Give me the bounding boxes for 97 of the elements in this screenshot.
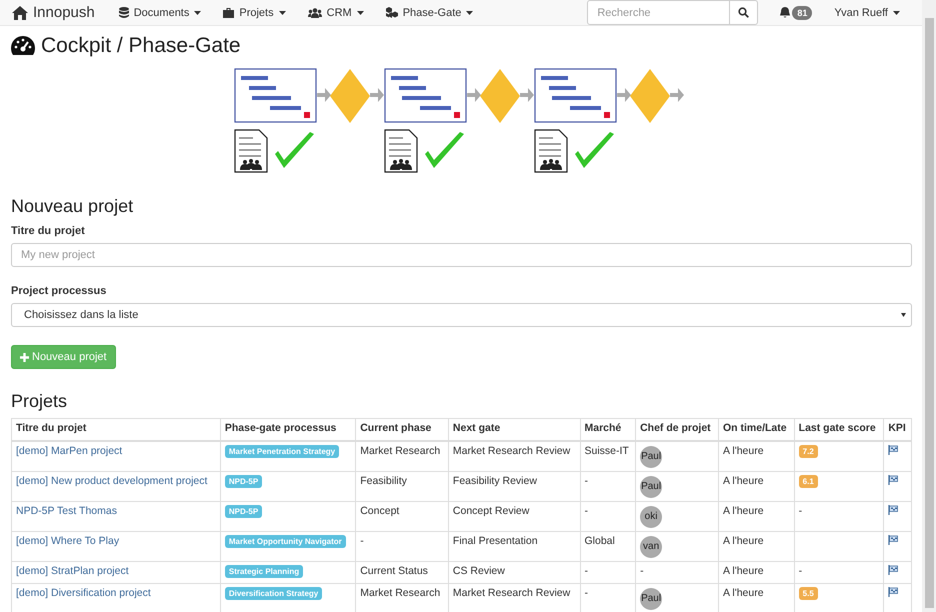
table-cell: Feasibility xyxy=(360,474,407,486)
column-header: On time/Late xyxy=(718,418,794,440)
brand-link[interactable]: Innopush xyxy=(12,4,95,21)
search-field[interactable]: Recherche xyxy=(587,0,730,25)
avatar: Paul xyxy=(640,446,662,468)
flag-icon xyxy=(888,504,898,514)
field-label: Project processus xyxy=(11,285,108,297)
table-cell: A l'heure xyxy=(723,474,764,486)
table-cell: Global xyxy=(584,534,615,546)
field-label: Titre du projet xyxy=(11,225,86,237)
briefcase-icon xyxy=(223,8,234,18)
table-cell: Final Presentation xyxy=(452,534,538,546)
section-heading: Projets xyxy=(11,391,68,412)
nav-menu[interactable]: Documents xyxy=(118,6,202,18)
process-select[interactable]: Choisissez dans la liste xyxy=(11,303,912,327)
search-button[interactable] xyxy=(730,0,758,25)
table-cell: - xyxy=(584,474,588,486)
table-cell: Feasibility Review xyxy=(452,474,537,486)
bell-icon xyxy=(780,7,790,18)
table-cell: - xyxy=(360,534,364,546)
page-title: Cockpit / Phase-Gate xyxy=(41,34,241,58)
process-label: NPD-5P xyxy=(224,474,262,488)
table-cell: Market Research xyxy=(360,444,440,456)
table-cell: - xyxy=(584,564,588,576)
table-cell: - xyxy=(798,564,802,576)
project-link[interactable]: [demo] Where To Play xyxy=(16,534,120,546)
column-header: Titre du projet xyxy=(12,418,220,440)
table-cell: A l'heure xyxy=(723,564,764,576)
process-label: Diversification Strategy xyxy=(224,586,322,600)
flag-icon xyxy=(888,586,898,596)
kpi-link[interactable] xyxy=(888,506,898,518)
notification-count: 81 xyxy=(792,6,812,20)
process-label: Strategic Planning xyxy=(224,564,304,578)
nav-menu[interactable]: CRM xyxy=(308,6,364,18)
table-cell: Current Status xyxy=(360,564,428,576)
flag-icon xyxy=(888,444,898,454)
section-heading: Nouveau projet xyxy=(11,196,134,217)
project-link[interactable]: NPD-5P Test Thomas xyxy=(16,504,117,516)
process-label: Market Opportunity Navigator xyxy=(224,534,346,548)
nav-menu[interactable]: Phase-Gate xyxy=(386,6,474,18)
table-cell: Suisse-IT xyxy=(584,444,629,456)
flag-icon xyxy=(888,534,898,544)
table-cell: - xyxy=(584,504,588,516)
flag-icon xyxy=(888,474,898,484)
column-header: Next gate xyxy=(448,418,580,440)
flag-icon xyxy=(888,564,898,574)
kpi-link[interactable] xyxy=(888,566,898,578)
table-cell: A l'heure xyxy=(723,586,764,598)
column-header: Phase-gate processus xyxy=(220,418,356,440)
home-icon xyxy=(12,6,28,20)
table-cell: A l'heure xyxy=(723,534,764,546)
column-header: Chef de projet xyxy=(636,418,719,440)
avatar: oki xyxy=(640,506,662,528)
avatar: Paul xyxy=(640,476,662,498)
kpi-link[interactable] xyxy=(888,588,898,600)
column-header: Current phase xyxy=(356,418,448,440)
search-icon xyxy=(738,7,750,18)
notifications-button[interactable]: 81 xyxy=(780,6,812,20)
table-cell: A l'heure xyxy=(723,504,764,516)
table-cell: Market Research xyxy=(360,586,440,598)
table-cell: - xyxy=(640,564,644,576)
table-cell: Concept xyxy=(360,504,400,516)
nav-menu[interactable]: Projets xyxy=(223,6,286,18)
table-cell: - xyxy=(584,586,588,598)
table-cell: Market Research Review xyxy=(452,444,570,456)
table-cell: - xyxy=(798,504,802,516)
cubes-icon xyxy=(386,7,398,18)
caret-icon xyxy=(278,10,286,14)
avatar: van xyxy=(640,536,662,558)
database-icon xyxy=(118,7,129,18)
score-badge: 5.5 xyxy=(798,586,818,600)
avatar: Paul xyxy=(640,588,662,610)
caret-icon xyxy=(466,10,474,14)
users-icon xyxy=(308,8,322,18)
kpi-link[interactable] xyxy=(888,536,898,548)
caret-icon xyxy=(356,10,364,14)
process-label: Market Penetration Strategy xyxy=(224,444,340,458)
column-header: Last gate score xyxy=(794,418,884,440)
user-menu[interactable]: Yvan Rueff xyxy=(834,6,900,18)
project-title-field[interactable]: My new project xyxy=(11,243,912,267)
plus-icon xyxy=(20,352,29,362)
process-label: NPD-5P xyxy=(224,504,262,518)
table-cell: CS Review xyxy=(452,564,505,576)
table-cell: A l'heure xyxy=(723,444,764,456)
score-badge: 6.1 xyxy=(798,474,818,488)
caret-icon xyxy=(901,313,906,317)
column-header: KPI xyxy=(884,418,912,440)
table-cell: Market Research Review xyxy=(452,586,570,598)
score-badge: 7.2 xyxy=(798,444,818,458)
column-header: Marché xyxy=(580,418,636,440)
caret-icon xyxy=(194,10,202,14)
kpi-link[interactable] xyxy=(888,446,898,458)
table-cell: Concept Review xyxy=(452,504,530,516)
kpi-link[interactable] xyxy=(888,476,898,488)
caret-icon xyxy=(893,10,900,14)
scrollbar-thumb[interactable] xyxy=(924,18,934,608)
speedometer-icon xyxy=(11,36,35,56)
